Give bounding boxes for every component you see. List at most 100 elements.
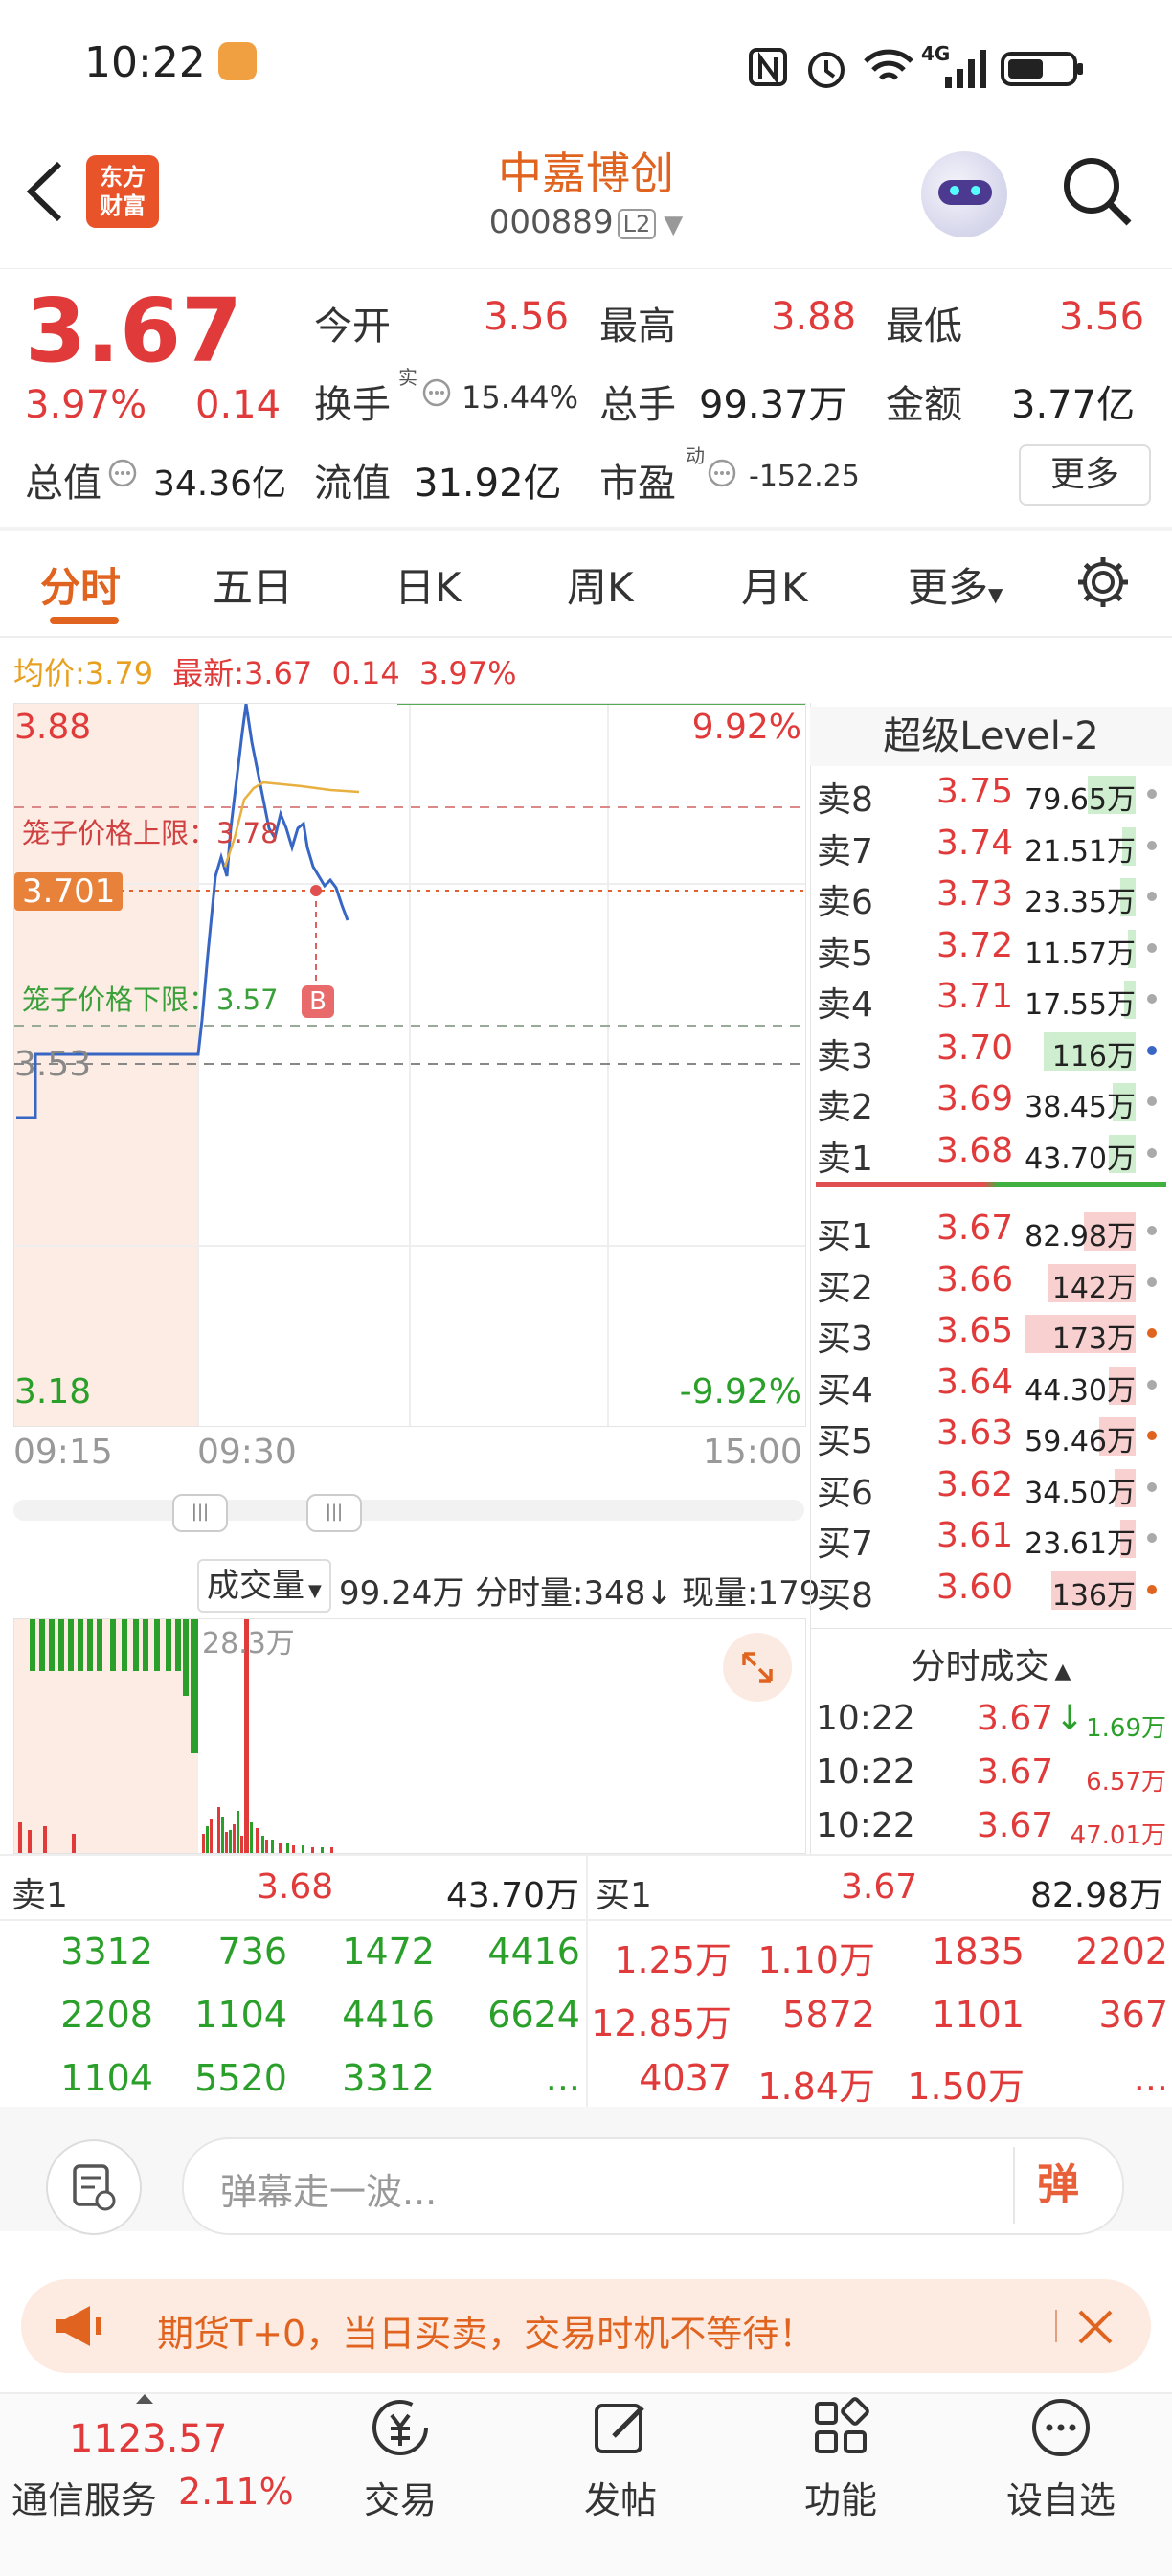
open-label: 今开 [314, 305, 391, 349]
ask-row[interactable]: 卖6 3.73 23.35万 [814, 870, 1168, 922]
info-icon[interactable] [107, 458, 138, 488]
bid-row[interactable]: 买8 3.60 136万 [814, 1564, 1168, 1616]
float-value: 31.92亿 [414, 462, 562, 506]
danmu-input[interactable]: 弹幕走一波... 弹 [182, 2137, 1124, 2235]
ask-row[interactable]: 卖8 3.75 79.65万 [814, 768, 1168, 820]
latest-value: 3.67 [244, 655, 313, 691]
tick-volume-label: 分时量:348 [475, 1574, 646, 1613]
ask-row[interactable]: 卖5 3.72 11.57万 [814, 922, 1168, 974]
float-label: 流值 [314, 462, 391, 506]
cage-lower-label: 笼子价格下限：3.57 [22, 983, 279, 1016]
level-label: 卖3 [817, 1036, 873, 1076]
close-icon[interactable] [1076, 2308, 1115, 2346]
range-slider-handle-left[interactable]: ||| [172, 1494, 228, 1532]
nav-add-watchlist[interactable]: 设自选 [984, 2394, 1138, 2523]
level-dot-icon [1147, 892, 1157, 901]
draft-button[interactable] [46, 2139, 142, 2235]
nav-functions[interactable]: 功能 [764, 2394, 917, 2523]
bid-row[interactable]: 买5 3.63 59.46万 [814, 1410, 1168, 1461]
level-price: 3.68 [936, 1130, 1014, 1170]
level-dot-icon [1147, 1533, 1157, 1543]
sell-trade-cell: 3312 [342, 2057, 435, 2099]
orderbook-title[interactable]: 超级Level-2 [810, 707, 1172, 766]
avg-price-line: 均价:3.79 最新:3.67 0.14 3.97% [13, 649, 517, 693]
level-price: 3.69 [936, 1079, 1014, 1119]
edit-icon [595, 2404, 644, 2453]
tab-monthly-k[interactable]: 月K [741, 555, 808, 614]
tab-daily-k[interactable]: 日K [394, 555, 462, 614]
sell-trade-cell: 4416 [342, 1994, 435, 2036]
volume-selector[interactable]: 成交量 ▼ [197, 1559, 331, 1613]
buy-marker[interactable]: B [302, 985, 334, 1018]
promo-banner[interactable]: 期货T+0，当日买卖，交易时机不等待！ [21, 2279, 1151, 2373]
triangle-down-icon: ▼ [308, 1581, 322, 1601]
tab-weekly-k[interactable]: 周K [567, 555, 634, 614]
level-label: 买4 [817, 1370, 873, 1411]
ask-row[interactable]: 卖3 3.70 116万 [814, 1025, 1168, 1076]
info-icon[interactable] [421, 377, 452, 408]
level-price: 3.72 [936, 925, 1014, 965]
level-price: 3.60 [936, 1567, 1014, 1607]
megaphone-icon [56, 2306, 101, 2346]
level-volume: 23.61万 [1025, 1527, 1136, 1561]
mktcap-label: 总值 [25, 462, 101, 506]
bid-row[interactable]: 买6 3.62 34.50万 [814, 1461, 1168, 1513]
ask-row[interactable]: 卖2 3.69 38.45万 [814, 1075, 1168, 1127]
bid-row[interactable]: 买7 3.61 23.61万 [814, 1512, 1168, 1564]
danmu-toggle-button[interactable]: 弹 [1013, 2147, 1101, 2224]
volume-selector-label: 成交量 [207, 1567, 304, 1605]
level-dot-icon [1147, 789, 1157, 799]
tab-more[interactable]: 更多▼ [908, 555, 1003, 614]
nav-trade[interactable]: 交易 [324, 2394, 477, 2523]
nav-functions-label: 功能 [803, 2479, 877, 2521]
orderbook-split-line [816, 1182, 1166, 1187]
level-label: 卖2 [817, 1088, 873, 1127]
caret-up-icon[interactable] [134, 2392, 155, 2406]
tick-price: 3.67 [977, 1699, 1054, 1738]
avg-label: 均价: [13, 655, 85, 691]
ask-row[interactable]: 卖1 3.68 43.70万 [814, 1127, 1168, 1179]
tick-row: 10:22 3.67 6.57万 [816, 1752, 1170, 1800]
index-name[interactable]: 通信服务 [11, 2471, 157, 2523]
range-slider-track[interactable] [13, 1500, 804, 1521]
level-dot-icon [1147, 1431, 1157, 1440]
bid-row[interactable]: 买1 3.67 82.98万 [814, 1205, 1168, 1256]
level-dot-icon [1147, 1481, 1157, 1492]
level-dot-icon [1147, 1096, 1157, 1106]
buy-trade-cell: 367 [1098, 1994, 1168, 2036]
bid-row[interactable]: 买4 3.64 44.30万 [814, 1359, 1168, 1411]
level-badge: L2 [617, 208, 657, 239]
latest-label: 最新: [172, 655, 245, 691]
ask-row[interactable]: 卖4 3.71 17.55万 [814, 973, 1168, 1025]
tab-intraday[interactable]: 分时 [40, 555, 121, 614]
index-value[interactable]: 1123.57 [69, 2417, 227, 2461]
level-label: 卖4 [817, 985, 873, 1025]
search-icon[interactable] [1059, 153, 1136, 230]
volume-bars-svg [18, 1619, 333, 1853]
pe-label: 市盈 [599, 462, 676, 506]
bid-row[interactable]: 买3 3.65 173万 [814, 1307, 1168, 1359]
ask-row[interactable]: 卖7 3.74 21.51万 [814, 820, 1168, 871]
info-icon[interactable] [707, 458, 737, 488]
expand-chart-button[interactable] [723, 1633, 792, 1702]
chevron-down-icon[interactable]: ▼ [664, 211, 683, 239]
settings-gear-icon[interactable] [1072, 552, 1134, 613]
divider [0, 527, 1172, 531]
nav-post[interactable]: 发帖 [544, 2394, 697, 2523]
sell-trade-cell: 1104 [194, 1994, 287, 2036]
signal-icon [945, 50, 986, 88]
robot-avatar[interactable] [921, 151, 1007, 237]
intraday-chart[interactable]: 3.88 9.92% 笼子价格上限：3.78 3.701 笼子价格下限：3.57… [13, 703, 806, 1427]
level-volume: 38.45万 [1025, 1091, 1136, 1124]
pct-axis-bottom: -9.92% [679, 1372, 801, 1412]
ticks-header[interactable]: 分时成交 ▲ [810, 1628, 1172, 1688]
range-slider-handle-right[interactable]: ||| [306, 1494, 362, 1532]
bid-row[interactable]: 买2 3.66 142万 [814, 1256, 1168, 1308]
index-pct[interactable]: 2.11% [178, 2471, 294, 2513]
sell-trade-cell: 4416 [487, 1931, 580, 1973]
buy-trade-cell: 4037 [639, 2057, 732, 2099]
more-button[interactable]: 更多 [1019, 444, 1151, 506]
pe-sup: 动 [686, 444, 705, 467]
tab-five-day[interactable]: 五日 [213, 555, 293, 614]
sell-trade-cell: 6624 [487, 1994, 580, 2036]
